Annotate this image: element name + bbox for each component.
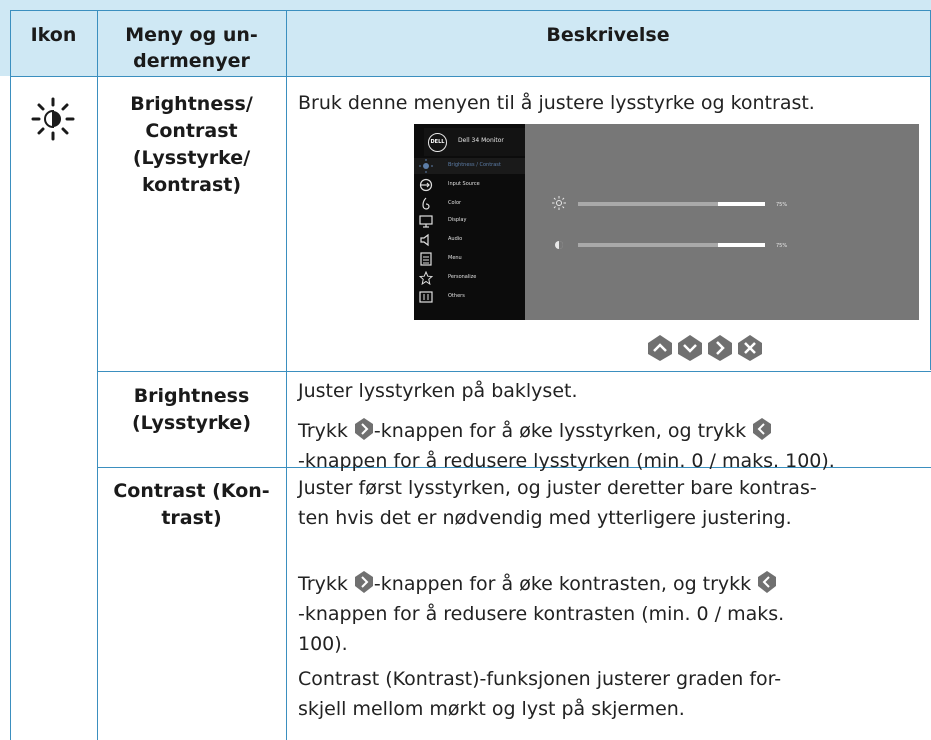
text: -knappen for å redusere lysstyrken (min.… (298, 450, 835, 472)
display-icon (419, 215, 433, 228)
input-source-icon (419, 178, 433, 192)
menu-icon (420, 252, 432, 266)
osd-item-label: Others (448, 293, 465, 299)
audio-icon (420, 233, 429, 247)
monitor-osd-screenshot: DELL Dell 34 Monitor Brightness / Contra… (414, 124, 919, 320)
header-description-column: Beskrivelse (546, 24, 670, 46)
contrast-instruction: Trykk -knappen for å øke kontrasten, og … (298, 570, 930, 657)
brightness-icon (419, 159, 433, 173)
exit-icon (738, 335, 762, 361)
osd-item-label: Input Source (448, 181, 480, 187)
osd-item-others: Others (414, 289, 525, 305)
contrast-description: Juster først lysstyrken, og juster deret… (298, 475, 930, 531)
osd-item-audio: Audio (414, 232, 525, 248)
left-icon (758, 571, 777, 593)
menu-contrast: Contrast (Kon- trast) (97, 478, 286, 532)
header-menu-column: Meny og un- dermenyer (97, 22, 286, 74)
brightness-contrast-description: Bruk denne menyen til å justere lysstyrk… (298, 92, 815, 114)
osd-title-bar: DELL Dell 34 Monitor (424, 128, 525, 156)
up-icon (648, 335, 672, 361)
menu-line: (Lysstyrke/ (132, 147, 251, 169)
star-icon (419, 271, 433, 285)
osd-brightness-icon (552, 196, 566, 210)
header-menu-line1: Meny og un- (125, 24, 258, 46)
text: Juster først lysstyrken, og juster deret… (298, 477, 817, 499)
osd-item-personalize: Personalize (414, 270, 525, 286)
menu-line: Brightness/ (130, 93, 253, 115)
osd-contrast-slider (578, 243, 765, 247)
brightness-sun-icon (31, 97, 75, 141)
right-icon (354, 418, 373, 440)
right-icon (354, 571, 373, 593)
osd-brightness-slider (578, 202, 765, 206)
brightness-instruction: Trykk -knappen for å øke lysstyrken, og … (298, 417, 930, 474)
osd-item-label: Audio (448, 236, 463, 242)
left-icon (753, 418, 772, 440)
osd-item-label: Personalize (448, 274, 477, 280)
text: Trykk (298, 573, 354, 595)
osd-sidebar: DELL Dell 34 Monitor Brightness / Contra… (414, 124, 525, 320)
osd-item-label: Brightness / Contrast (448, 162, 501, 168)
text: ten hvis det er nødvendig med ytterliger… (298, 507, 792, 529)
text: -knappen for å øke kontrasten, og trykk (373, 573, 758, 595)
contrast-slider-fill (578, 243, 718, 247)
dell-logo: DELL (428, 133, 447, 152)
osd-item-label: Color (448, 200, 462, 206)
osd-item-brightness-contrast: Brightness / Contrast (414, 158, 525, 174)
down-icon (678, 335, 702, 361)
menu-line: Contrast (Kon- (113, 480, 270, 502)
contrast-note: Contrast (Kontrast)-funksjonen justerer … (298, 666, 930, 722)
brightness-slider-fill (578, 202, 718, 206)
osd-menu-table: Ikon Meny og un- dermenyer Beskrivelse B… (0, 0, 931, 740)
text: -funksjonen justerer graden for- (479, 668, 782, 690)
osd-item-label: Menu (448, 255, 462, 261)
menu-line: (Lysstyrke) (131, 412, 252, 434)
contrast-term: Contrast (Kontrast) (298, 668, 480, 690)
text: -knappen for å redusere kontrasten (min.… (298, 603, 785, 625)
osd-item-label: Display (448, 217, 467, 223)
osd-item-display: Display (414, 213, 525, 229)
osd-item-input-source: Input Source (414, 177, 525, 193)
osd-item-color: Color (414, 196, 525, 212)
osd-model-name: Dell 34 Monitor (458, 137, 504, 144)
contrast-slider-rest (718, 243, 765, 247)
color-icon (422, 197, 430, 210)
right-icon (708, 335, 732, 361)
osd-brightness-value: 75% (776, 202, 788, 208)
osd-contrast-value: 75% (776, 243, 788, 249)
text: -knappen for å øke lysstyrken, og trykk (373, 420, 753, 442)
menu-line: Contrast (145, 120, 238, 142)
menu-line: kontrast) (141, 174, 242, 196)
brightness-slider-rest (718, 202, 765, 206)
header-icon-column: Ikon (30, 24, 77, 46)
brightness-description: Juster lysstyrken på baklyset. (298, 380, 578, 402)
menu-brightness-contrast: Brightness/ Contrast (Lysstyrke/ kontras… (97, 91, 286, 199)
header-menu-line2: dermenyer (133, 50, 250, 72)
text: Trykk (298, 420, 354, 442)
text: skjell mellom mørkt og lyst på skjermen. (298, 698, 685, 720)
text: 100). (298, 633, 348, 655)
menu-brightness: Brightness (Lysstyrke) (97, 383, 286, 437)
osd-contrast-icon (555, 241, 563, 249)
osd-item-menu: Menu (414, 251, 525, 267)
others-icon (419, 291, 433, 303)
menu-line: trast) (161, 507, 222, 529)
menu-line: Brightness (133, 385, 250, 407)
